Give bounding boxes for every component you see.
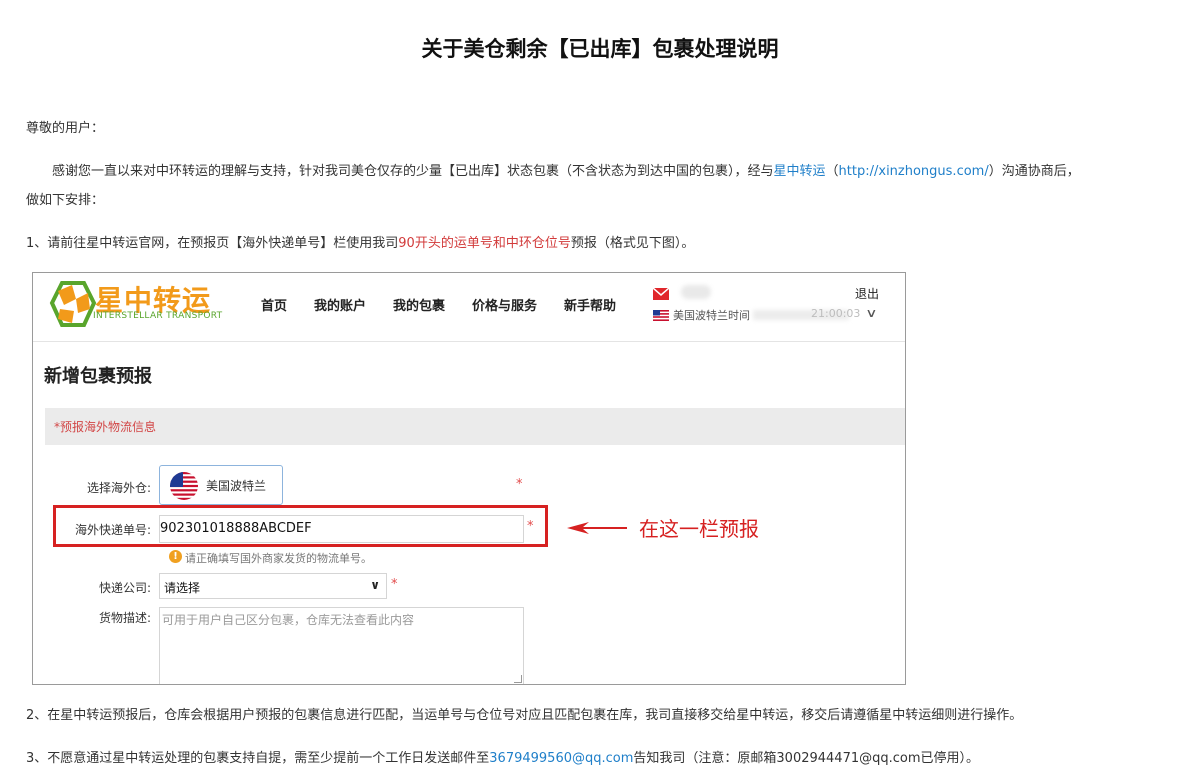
username-blurred: [681, 285, 711, 299]
time-value: 21:00:03: [811, 307, 861, 320]
brand-subtitle: INTERSTELLAR TRANSPORT: [93, 311, 223, 321]
email-link[interactable]: 3679499560@qq.com: [489, 751, 633, 766]
nav-account[interactable]: 我的账户: [314, 295, 366, 314]
step-3-text: 3、不愿意通过星中转运处理的包裹支持自提，需至少提前一个工作日发送邮件至: [26, 751, 490, 766]
header-divider: [33, 341, 905, 342]
tracking-number-input[interactable]: 902301018888ABCDEF: [159, 515, 524, 543]
annotation-text: 在这一栏预报: [639, 517, 759, 541]
document-title: 关于美仓剩余【已出库】包裹处理说明: [421, 37, 779, 61]
tracking-label: 海外快递单号:: [74, 523, 151, 537]
section-title: *预报海外物流信息: [54, 420, 157, 434]
nav-help[interactable]: 新手帮助: [564, 295, 616, 314]
warehouse-select-button[interactable]: 美国波特兰: [159, 465, 283, 505]
required-mark: *: [391, 577, 398, 592]
intro-paren-open: （: [825, 164, 839, 179]
description-textarea[interactable]: 可用于用户自己区分包裹，仓库无法查看此内容: [159, 607, 524, 684]
nav-home[interactable]: 首页: [261, 295, 287, 314]
resize-handle[interactable]: [514, 675, 522, 683]
time-label: 美国波特兰时间: [673, 309, 750, 322]
xinzhong-url-link[interactable]: http://xinzhongus.com/: [839, 164, 989, 179]
courier-value: 请选择: [164, 581, 201, 595]
step-1-text: 1、请前往星中转运官网，在预报页【海外快递单号】栏使用我司: [26, 236, 399, 251]
nav-pricing[interactable]: 价格与服务: [472, 295, 537, 314]
step-3-tail: 告知我司（注意：原邮箱3002944471@qq.com已停用）。: [633, 751, 980, 766]
greeting: 尊敬的用户：: [26, 121, 105, 136]
xinzhong-link[interactable]: 星中转运: [774, 164, 826, 179]
nav-packages[interactable]: 我的包裹: [393, 295, 445, 314]
chevron-down-icon[interactable]: ∨: [865, 306, 877, 320]
step-1: 1、请前往星中转运官网，在预报页【海外快递单号】栏使用我司90开头的运单号和中环…: [26, 234, 694, 254]
step-1-highlight: 90开头的运单号和中环仓位号: [398, 236, 571, 251]
section-header: *预报海外物流信息: [45, 408, 905, 445]
warehouse-value: 美国波特兰: [206, 479, 267, 493]
intro-text-2: ）沟通协商后，: [988, 164, 1080, 179]
required-mark: *: [527, 519, 534, 534]
page-title: 新增包裹预报: [44, 366, 152, 387]
mail-icon[interactable]: [653, 288, 669, 300]
step-3: 3、不愿意通过星中转运处理的包裹支持自提，需至少提前一个工作日发送邮件至3679…: [26, 749, 979, 769]
arrow-left-icon: [567, 522, 627, 534]
warning-icon: !: [169, 550, 182, 563]
us-flag-icon: [170, 472, 198, 500]
courier-label: 快递公司:: [98, 581, 151, 595]
warehouse-label: 选择海外仓:: [86, 481, 151, 495]
logout-link[interactable]: 退出: [855, 285, 879, 302]
tracking-hint: 请正确填写国外商家发货的物流单号。: [185, 552, 372, 565]
preview-screenshot: 星中转运 INTERSTELLAR TRANSPORT 首页 我的账户 我的包裹…: [32, 272, 906, 685]
us-flag-icon: [653, 310, 669, 321]
courier-select[interactable]: 请选择 ∨: [159, 573, 387, 599]
intro-line-2: 做如下安排：: [26, 193, 105, 208]
description-placeholder: 可用于用户自己区分包裹，仓库无法查看此内容: [162, 613, 415, 627]
step-1-tail: 预报（格式见下图）。: [570, 236, 695, 251]
step-2: 2、在星中转运预报后，仓库会根据用户预报的包裹信息进行匹配，当运单号与仓位号对应…: [26, 708, 1023, 723]
intro-line-1: 感谢您一直以来对中环转运的理解与支持，针对我司美仓仅存的少量【已出库】状态包裹（…: [52, 162, 1080, 182]
intro-text-1: 感谢您一直以来对中环转运的理解与支持，针对我司美仓仅存的少量【已出库】状态包裹（…: [52, 164, 774, 179]
description-label: 货物描述:: [98, 611, 151, 625]
chevron-down-icon: ∨: [370, 578, 380, 592]
required-mark: *: [516, 477, 523, 492]
